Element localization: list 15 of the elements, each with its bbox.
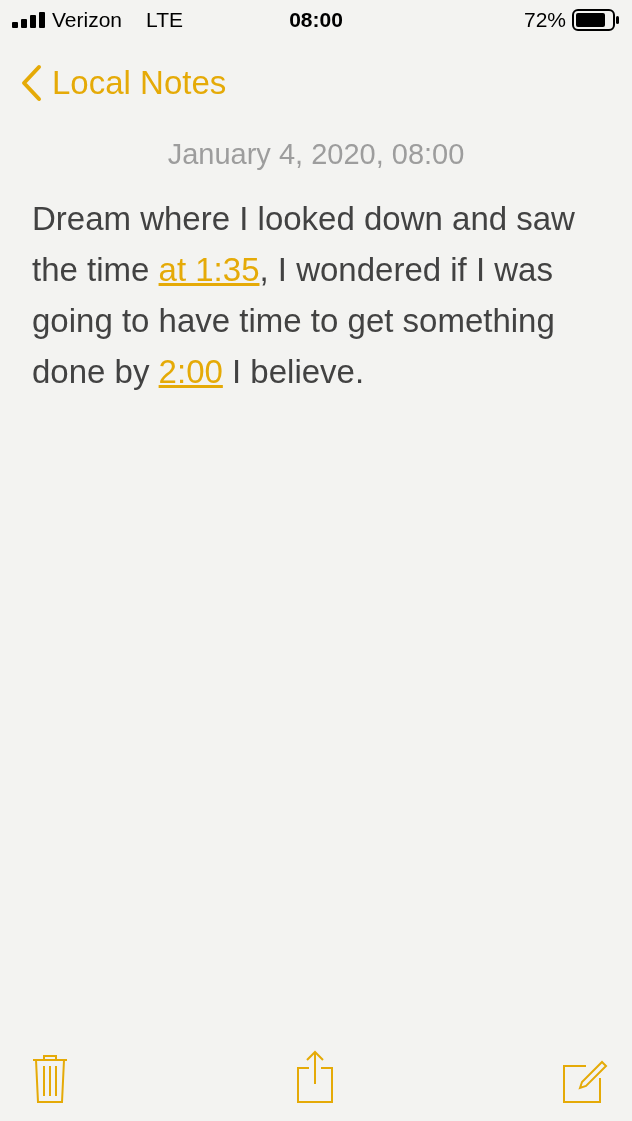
- share-icon[interactable]: [296, 1050, 334, 1104]
- time-link[interactable]: at 1:35: [158, 251, 260, 288]
- carrier-name: Verizon: [52, 8, 123, 32]
- back-link[interactable]: Local Notes: [20, 64, 227, 102]
- clock-time: 08:00: [289, 8, 343, 32]
- note-body: Dream where I looked down and saw the time at 1:35, I wondered if I was going to have time to get something done by 2:00 I believe.: [32, 199, 576, 392]
- signal-icon: [12, 12, 46, 28]
- back-chevron-icon: [20, 64, 42, 102]
- network-type: LTE: [146, 8, 183, 32]
- compose-icon[interactable]: [562, 1058, 608, 1104]
- note-date: January 4, 2020, 08:00: [166, 138, 466, 171]
- trash-icon[interactable]: [32, 1054, 68, 1104]
- battery-percentage: 72%: [523, 8, 566, 32]
- battery-icon: [572, 9, 620, 31]
- time-link[interactable]: 2:00: [158, 353, 223, 390]
